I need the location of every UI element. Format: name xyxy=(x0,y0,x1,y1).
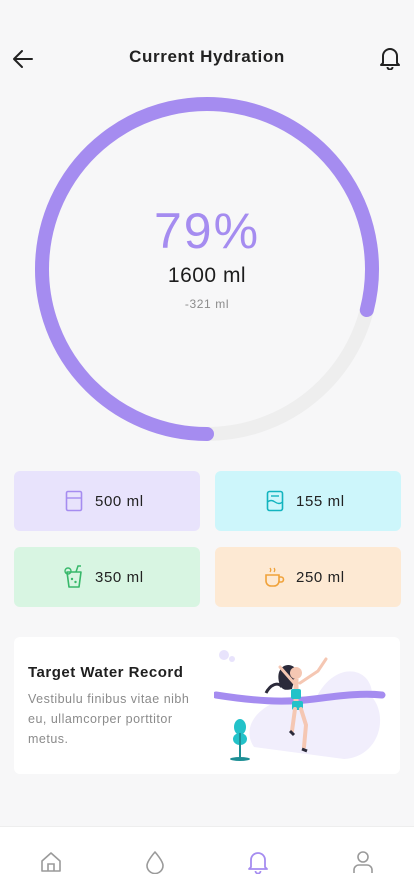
bottom-navigation xyxy=(0,826,414,896)
card-title: Target Water Record xyxy=(28,664,184,681)
notification-button[interactable] xyxy=(378,45,402,71)
card-description: Vestibulu finibus vitae nibh eu, ullamco… xyxy=(28,692,190,746)
nav-profile[interactable] xyxy=(350,849,376,875)
coffee-cup-icon xyxy=(264,566,286,588)
hydration-percent: 79% xyxy=(153,202,261,259)
hydration-difference: -321 ml xyxy=(184,296,230,311)
user-icon xyxy=(353,851,373,873)
hydration-gauge: 79% 1600 ml -321 ml xyxy=(34,96,380,442)
drink-tile-bottle[interactable]: 155 ml xyxy=(215,471,401,531)
bell-icon xyxy=(248,852,268,874)
gauge-center: 79% 1600 ml -321 ml xyxy=(34,96,380,442)
juice-icon xyxy=(63,565,85,588)
drink-amount: 250 ml xyxy=(296,568,345,586)
bottle-icon xyxy=(264,490,286,512)
drink-amount: 350 ml xyxy=(95,568,144,586)
drink-amount: 155 ml xyxy=(296,492,345,510)
runner-finish-line-illustration xyxy=(214,650,386,761)
nav-hydration[interactable] xyxy=(142,849,168,875)
hydration-amount: 1600 ml xyxy=(167,263,247,287)
drink-amount: 500 ml xyxy=(95,492,144,510)
target-water-card[interactable]: Target Water Record Vestibulu finibus vi… xyxy=(14,637,400,774)
drink-tile-juice[interactable]: 350 ml xyxy=(14,547,200,607)
water-drop-icon xyxy=(146,851,164,874)
home-icon xyxy=(41,852,61,872)
glass-icon xyxy=(63,490,85,512)
bell-icon xyxy=(380,48,400,70)
nav-home[interactable] xyxy=(38,849,64,875)
drink-tile-coffee[interactable]: 250 ml xyxy=(215,547,401,607)
nav-notifications[interactable] xyxy=(245,849,271,875)
page-title: Current Hydration xyxy=(129,47,285,66)
drink-tile-glass[interactable]: 500 ml xyxy=(14,471,200,531)
